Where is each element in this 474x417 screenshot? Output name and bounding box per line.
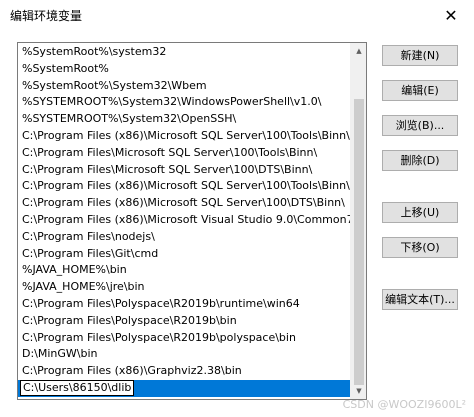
- path-list-item[interactable]: C:\Program Files (x86)\Microsoft SQL Ser…: [18, 128, 352, 145]
- dialog-title: 编辑环境变量: [10, 9, 83, 23]
- path-text: C:\Program Files\Polyspace\R2019b\runtim…: [22, 296, 300, 310]
- browse-button[interactable]: 浏览(B)...: [382, 115, 458, 136]
- path-list-item[interactable]: C:\Program Files\nodejs\: [18, 229, 352, 246]
- path-list-item[interactable]: C:\Program Files\Polyspace\R2019b\runtim…: [18, 296, 352, 313]
- path-list-item[interactable]: %SYSTEMROOT%\System32\WindowsPowerShell\…: [18, 94, 352, 111]
- path-text: D:\MinGW\bin: [22, 347, 98, 361]
- path-text: C:\Program Files\Polyspace\R2019b\bin: [22, 313, 237, 327]
- move-down-button[interactable]: 下移(O): [382, 237, 458, 258]
- close-button[interactable]: ✕: [428, 0, 474, 30]
- path-list-item[interactable]: C:\Program Files (x86)\Microsoft SQL Ser…: [18, 178, 352, 195]
- path-list-item[interactable]: C:\Program Files (x86)\Microsoft Visual …: [18, 212, 352, 229]
- path-list[interactable]: %SystemRoot%\system32 %SystemRoot% %System…: [17, 42, 367, 400]
- path-list-item[interactable]: C:\Program Files\Microsoft SQL Server\10…: [18, 162, 352, 179]
- path-text: C:\Program Files (x86)\Microsoft SQL Ser…: [22, 128, 350, 142]
- path-text: C:\Program Files\Git\cmd: [22, 246, 159, 260]
- edit-text-button[interactable]: 编辑文本(T)...: [382, 289, 458, 310]
- path-list-item[interactable]: C:\Program Files\Microsoft SQL Server\10…: [18, 145, 352, 162]
- close-icon: ✕: [444, 5, 458, 25]
- edit-env-var-dialog: 编辑环境变量 ✕ %SystemRoot%\system32 %SystemRoo…: [0, 0, 474, 417]
- path-text: %SystemRoot%: [22, 61, 109, 75]
- path-edit-input[interactable]: C:\Users\86150\dlib: [20, 379, 135, 396]
- path-text: %JAVA_HOME%\bin: [22, 263, 127, 277]
- new-button[interactable]: 新建(N): [382, 45, 458, 66]
- path-list-item-editing[interactable]: C:\Users\86150\dlib: [18, 379, 352, 397]
- path-list-item[interactable]: %SystemRoot%\System32\Wbem: [18, 78, 352, 95]
- move-up-button[interactable]: 上移(U): [382, 202, 458, 223]
- path-list-items: %SystemRoot%\system32 %SystemRoot% %System…: [18, 44, 352, 397]
- path-text: %SYSTEMROOT%\System32\WindowsPowerShell\…: [22, 95, 322, 109]
- path-list-item[interactable]: C:\Program Files (x86)\Microsoft SQL Ser…: [18, 195, 352, 212]
- path-text: %SYSTEMROOT%\System32\OpenSSH\: [22, 112, 237, 126]
- path-list-item[interactable]: C:\Program Files (x86)\Graphviz2.38\bin: [18, 363, 352, 380]
- path-text: C:\Program Files (x86)\Microsoft SQL Ser…: [22, 196, 345, 210]
- path-text: C:\Program Files (x86)\Microsoft Visual …: [22, 212, 352, 226]
- path-list-item[interactable]: D:\MinGW\bin: [18, 346, 352, 363]
- path-text: C:\Program Files\Microsoft SQL Server\10…: [22, 162, 313, 176]
- path-text: %JAVA_HOME%\jre\bin: [22, 280, 145, 294]
- edit-button[interactable]: 编辑(E): [382, 80, 458, 101]
- path-list-item[interactable]: %JAVA_HOME%\bin: [18, 262, 352, 279]
- path-text: %SystemRoot%\System32\Wbem: [22, 78, 207, 92]
- delete-button[interactable]: 删除(D): [382, 150, 458, 171]
- path-list-item[interactable]: C:\Program Files\Git\cmd: [18, 246, 352, 263]
- path-text: C:\Program Files\Microsoft SQL Server\10…: [22, 145, 318, 159]
- scroll-up-icon[interactable]: ▲: [351, 43, 366, 59]
- path-text: C:\Program Files (x86)\Graphviz2.38\bin: [22, 364, 242, 378]
- path-text: C:\Program Files (x86)\Microsoft SQL Ser…: [22, 179, 352, 193]
- path-list-item[interactable]: %SystemRoot%\system32: [18, 44, 352, 61]
- path-list-item[interactable]: C:\Program Files\Polyspace\R2019b\bin: [18, 313, 352, 330]
- scroll-thumb[interactable]: [354, 99, 364, 385]
- path-text: C:\Program Files\nodejs\: [22, 229, 155, 243]
- path-list-item[interactable]: C:\Program Files\Polyspace\R2019b\polysp…: [18, 330, 352, 347]
- vertical-scrollbar[interactable]: ▲ ▼: [350, 43, 366, 399]
- path-list-item[interactable]: %JAVA_HOME%\jre\bin: [18, 279, 352, 296]
- path-list-item[interactable]: %SYSTEMROOT%\System32\OpenSSH\: [18, 111, 352, 128]
- scroll-down-icon[interactable]: ▼: [351, 383, 366, 399]
- watermark: CSDN @WOOZI9600L²: [342, 398, 466, 411]
- title-bar: 编辑环境变量 ✕: [0, 0, 474, 30]
- path-text: %SystemRoot%\system32: [22, 45, 167, 58]
- path-text: C:\Program Files\Polyspace\R2019b\polysp…: [22, 330, 296, 344]
- path-list-item[interactable]: %SystemRoot%: [18, 61, 352, 78]
